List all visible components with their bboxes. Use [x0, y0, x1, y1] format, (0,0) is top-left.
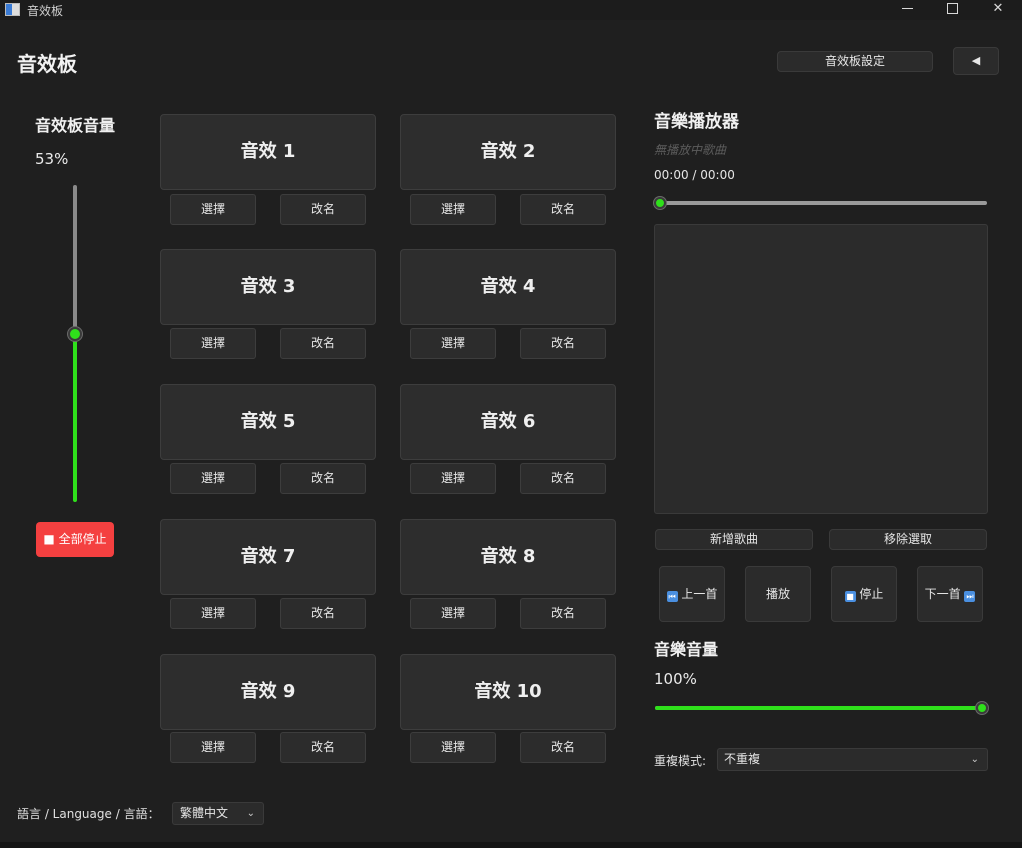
slider-track: [660, 201, 987, 205]
window-bottom-edge: [0, 842, 1022, 848]
slider-handle[interactable]: [68, 327, 82, 342]
play-button[interactable]: 播放: [745, 566, 811, 622]
now-playing-text: 無播放中歌曲: [654, 143, 727, 157]
soundboard-volume-value: 53%: [35, 150, 69, 168]
language-select[interactable]: 繁體中文 ⌄: [172, 802, 264, 825]
music-volume-slider[interactable]: [654, 700, 990, 716]
language-label: 語言 / Language / 言語：: [17, 807, 160, 821]
minimize-icon: [901, 8, 913, 9]
collapse-button[interactable]: ◀: [953, 47, 999, 75]
close-icon: ✕: [992, 1, 1004, 16]
slider-fill: [73, 334, 77, 502]
slider-track: [73, 185, 77, 335]
rename-button-10[interactable]: 改名: [520, 732, 606, 763]
music-volume-label: 音樂音量: [654, 640, 719, 659]
rename-button-3[interactable]: 改名: [280, 328, 366, 359]
soundboard-settings-button[interactable]: 音效板設定: [777, 51, 933, 72]
music-volume-value: 100%: [654, 670, 697, 688]
title-bar: 音效板 ✕: [0, 0, 1022, 20]
chevron-down-icon: ⌄: [970, 754, 979, 765]
playback-time: 00:00 / 00:00: [654, 168, 735, 182]
sound-pad-1[interactable]: 音效 1: [160, 114, 376, 190]
app-window: 音效板 ✕ 音效板 音效板設定 ◀ 音效板音量 53% ■ 全部停止 音效 1 …: [0, 0, 1022, 848]
sound-pad-10[interactable]: 音效 10: [400, 654, 616, 730]
select-button-1[interactable]: 選擇: [170, 194, 256, 225]
soundboard-volume-label: 音效板音量: [35, 116, 116, 135]
playlist[interactable]: [654, 224, 988, 514]
maximize-icon: [946, 3, 958, 14]
sound-pad-9[interactable]: 音效 9: [160, 654, 376, 730]
close-button[interactable]: ✕: [975, 0, 1021, 20]
rename-button-2[interactable]: 改名: [520, 194, 606, 225]
previous-icon: ⏮: [666, 591, 678, 602]
rename-button-7[interactable]: 改名: [280, 598, 366, 629]
next-icon: ⏭: [964, 591, 976, 602]
remove-selected-button[interactable]: 移除選取: [829, 529, 987, 550]
repeat-mode-label: 重複模式:: [654, 754, 707, 768]
stop-icon: ■: [844, 591, 856, 602]
previous-label: 上一首: [681, 587, 718, 601]
select-button-9[interactable]: 選擇: [170, 732, 256, 763]
slider-handle[interactable]: [976, 702, 988, 714]
select-button-7[interactable]: 選擇: [170, 598, 256, 629]
next-track-button[interactable]: 下一首 ⏭: [917, 566, 983, 622]
sound-pad-5[interactable]: 音效 5: [160, 384, 376, 460]
rename-button-1[interactable]: 改名: [280, 194, 366, 225]
sound-pad-8[interactable]: 音效 8: [400, 519, 616, 595]
rename-button-4[interactable]: 改名: [520, 328, 606, 359]
add-song-button[interactable]: 新增歌曲: [655, 529, 813, 550]
sound-pad-7[interactable]: 音效 7: [160, 519, 376, 595]
slider-fill: [655, 706, 977, 710]
next-label: 下一首: [924, 587, 961, 601]
minimize-button[interactable]: [884, 0, 930, 20]
select-button-4[interactable]: 選擇: [410, 328, 496, 359]
music-player-title: 音樂播放器: [654, 112, 739, 132]
slider-handle[interactable]: [654, 197, 666, 209]
language-value: 繁體中文: [180, 806, 229, 820]
soundboard-volume-slider[interactable]: [66, 185, 84, 502]
sound-pad-3[interactable]: 音效 3: [160, 249, 376, 325]
stop-button[interactable]: ■ 停止: [831, 566, 897, 622]
chevron-down-icon: ⌄: [246, 808, 255, 819]
select-button-3[interactable]: 選擇: [170, 328, 256, 359]
playback-progress-slider[interactable]: [654, 195, 988, 211]
rename-button-9[interactable]: 改名: [280, 732, 366, 763]
select-button-10[interactable]: 選擇: [410, 732, 496, 763]
sound-pad-2[interactable]: 音效 2: [400, 114, 616, 190]
maximize-button[interactable]: [929, 0, 975, 20]
select-button-8[interactable]: 選擇: [410, 598, 496, 629]
app-icon: [5, 3, 20, 16]
rename-button-6[interactable]: 改名: [520, 463, 606, 494]
repeat-mode-value: 不重複: [724, 752, 761, 766]
stop-all-button[interactable]: ■ 全部停止: [36, 522, 114, 557]
sound-pad-6[interactable]: 音效 6: [400, 384, 616, 460]
page-title: 音效板: [17, 52, 77, 76]
window-title: 音效板: [27, 4, 64, 18]
stop-label: 停止: [859, 587, 884, 601]
rename-button-5[interactable]: 改名: [280, 463, 366, 494]
previous-track-button[interactable]: ⏮ 上一首: [659, 566, 725, 622]
select-button-6[interactable]: 選擇: [410, 463, 496, 494]
select-button-5[interactable]: 選擇: [170, 463, 256, 494]
repeat-mode-select[interactable]: 不重複 ⌄: [717, 748, 988, 771]
sound-pad-4[interactable]: 音效 4: [400, 249, 616, 325]
rename-button-8[interactable]: 改名: [520, 598, 606, 629]
select-button-2[interactable]: 選擇: [410, 194, 496, 225]
